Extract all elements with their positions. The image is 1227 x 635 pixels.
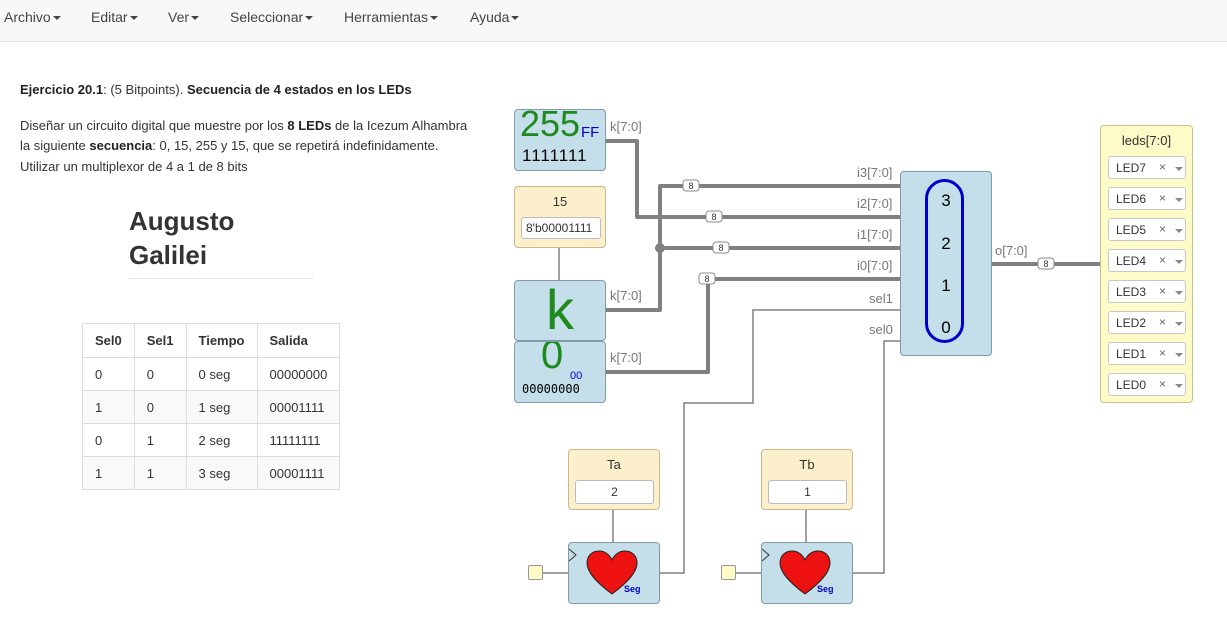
bus-size-text: 8 [1043, 259, 1048, 269]
bus-size-text: 8 [718, 243, 723, 253]
remove-icon[interactable]: × [1159, 284, 1166, 298]
led-label: LED2 [1116, 316, 1147, 330]
dropdown-arrow-icon[interactable] [1175, 229, 1183, 233]
const-0-block[interactable]: 0 00 00000000 [514, 341, 606, 403]
port-label: k[7:0] [610, 350, 642, 365]
const-255-dec: 255 [520, 109, 581, 144]
led-label: LED4 [1116, 254, 1147, 268]
bus-wire-i2[interactable] [604, 139, 902, 219]
mux-channel-0: 0 [941, 318, 951, 337]
timer-b-block[interactable]: Seg [761, 542, 853, 604]
clock-edge-icon [762, 548, 770, 562]
remove-icon[interactable]: × [1159, 222, 1166, 236]
led-label: LED6 [1116, 192, 1147, 206]
const-255-hex: FF [581, 124, 600, 141]
led-label: LED3 [1116, 285, 1147, 299]
param-15-block[interactable]: 15 8'b00001111 [514, 186, 606, 248]
led-label: LED7 [1116, 161, 1147, 175]
led-label: LED0 [1116, 378, 1147, 392]
remove-icon[interactable]: × [1159, 253, 1166, 267]
remove-icon[interactable]: × [1159, 346, 1166, 360]
mux-input-i1: i1[7:0] [857, 227, 893, 242]
bus-size-text: 8 [704, 274, 709, 284]
clock-input-b[interactable] [721, 565, 736, 580]
led6-select[interactable]: LED6 × [1108, 187, 1186, 210]
led1-select[interactable]: LED1 × [1108, 342, 1186, 365]
dropdown-arrow-icon[interactable] [1175, 198, 1183, 202]
bus-size-text: 8 [688, 181, 693, 191]
remove-icon[interactable]: × [1159, 315, 1166, 329]
mux-block[interactable]: 3 2 1 0 [900, 171, 992, 356]
mux-channel-3: 3 [941, 191, 951, 210]
wire-junction [655, 243, 665, 253]
clock-edge-icon [569, 548, 577, 562]
dropdown-arrow-icon[interactable] [1175, 167, 1183, 171]
mux-output-label: o[7:0] [995, 243, 1028, 258]
bus-size-marker: 8 [682, 179, 700, 192]
clock-input-a[interactable] [528, 565, 543, 580]
led5-select[interactable]: LED5 × [1108, 218, 1186, 241]
const-0-hex: 00 [570, 370, 583, 382]
mux-channel-1: 1 [941, 276, 951, 295]
const-255-block[interactable]: 255 FF 1111111 [514, 109, 606, 171]
timer-a-block[interactable]: Seg [568, 542, 660, 604]
dropdown-arrow-icon[interactable] [1175, 260, 1183, 264]
remove-icon[interactable]: × [1159, 191, 1166, 205]
timer-b-unit: Seg [817, 584, 834, 594]
remove-icon[interactable]: × [1159, 377, 1166, 391]
leds-output-block[interactable]: leds[7:0] LED7 × LED6 × LED5 × LED4 × LED3 × … [1100, 125, 1193, 403]
timer-b-label: Tb [799, 457, 815, 472]
timer-b-value-field[interactable]: 1 [768, 480, 847, 504]
wire-sel0[interactable] [853, 340, 900, 574]
timer-a-value-field[interactable]: 2 [575, 480, 654, 504]
port-label: k[7:0] [610, 119, 642, 134]
mux-input-i0: i0[7:0] [857, 258, 893, 273]
param-15-label: 15 [552, 194, 568, 209]
mux-input-i2: i2[7:0] [857, 196, 893, 211]
bus-size-text: 8 [711, 212, 716, 222]
circuit-wires: 8 8 8 8 8 [543, 139, 1102, 574]
led-label: LED1 [1116, 347, 1147, 361]
dropdown-arrow-icon[interactable] [1175, 291, 1183, 295]
const-255-bin: 1111111 [522, 146, 588, 165]
const-0-dec: 0 [541, 341, 564, 377]
timer-a-label: Ta [607, 457, 621, 472]
timer-b-param-block[interactable]: Tb 1 [761, 449, 853, 510]
led4-select[interactable]: LED4 × [1108, 249, 1186, 272]
leds-title: leds[7:0] [1121, 133, 1172, 148]
mux-input-sel1: sel1 [869, 291, 893, 306]
dropdown-arrow-icon[interactable] [1175, 353, 1183, 357]
remove-icon[interactable]: × [1159, 160, 1166, 174]
const-0-bin: 00000000 [522, 382, 580, 396]
mux-input-sel0: sel0 [869, 322, 893, 337]
dropdown-arrow-icon[interactable] [1175, 322, 1183, 326]
bus-size-marker: 8 [705, 210, 723, 223]
wire-sel1[interactable] [660, 309, 900, 574]
timer-a-unit: Seg [624, 584, 641, 594]
led2-select[interactable]: LED2 × [1108, 311, 1186, 334]
const-k-block[interactable]: k [514, 280, 606, 341]
port-label: k[7:0] [610, 288, 642, 303]
led-label: LED5 [1116, 223, 1147, 237]
led0-select[interactable]: LED0 × [1108, 373, 1186, 396]
bus-size-marker: 8 [712, 241, 730, 254]
led3-select[interactable]: LED3 × [1108, 280, 1186, 303]
mux-input-i3: i3[7:0] [857, 165, 893, 180]
bus-size-marker: 8 [1037, 257, 1055, 270]
bus-size-marker: 8 [698, 272, 716, 285]
param-15-value-field[interactable]: 8'b00001111 [521, 217, 601, 239]
mux-channel-2: 2 [941, 234, 951, 253]
dropdown-arrow-icon[interactable] [1175, 384, 1183, 388]
timer-a-param-block[interactable]: Ta 2 [568, 449, 660, 510]
led7-select[interactable]: LED7 × [1108, 156, 1186, 179]
const-k-glyph: k [546, 278, 574, 341]
